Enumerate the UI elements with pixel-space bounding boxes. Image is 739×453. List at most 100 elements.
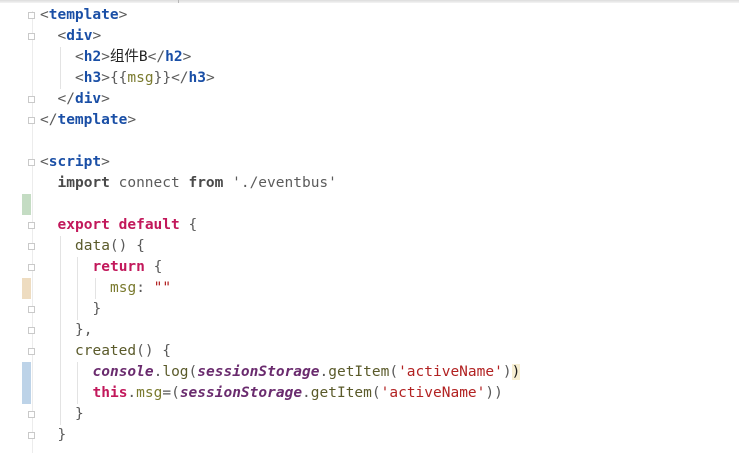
code-token: h2 [83, 49, 102, 65]
code-line[interactable]: } [75, 404, 84, 425]
indent-guide [59, 299, 61, 320]
code-line[interactable]: <template> [40, 5, 127, 26]
code-token: 'activeName' [398, 364, 503, 380]
code-token: < [75, 70, 84, 86]
code-token: . [302, 385, 311, 401]
code-line[interactable]: <h2>组件B</h2> [75, 47, 191, 68]
code-token: > [101, 91, 110, 107]
code-line[interactable]: }, [75, 320, 92, 341]
fold-toggle-icon[interactable] [28, 432, 35, 439]
code-token: =( [162, 385, 180, 401]
code-token: )) [485, 385, 503, 401]
code-token: h2 [165, 49, 183, 65]
code-token: h3 [188, 70, 207, 86]
indent-guide [59, 68, 61, 89]
code-token: this [92, 385, 128, 401]
indent-guide [77, 383, 78, 404]
code-token: () { [109, 238, 145, 254]
code-token: () { [136, 343, 172, 359]
code-token: msg [136, 385, 163, 401]
code-token: msg [110, 280, 137, 296]
code-line[interactable]: return { [93, 257, 163, 278]
fold-toggle-icon[interactable] [28, 327, 35, 334]
vcs-change-marker[interactable] [22, 278, 31, 299]
code-token: default [118, 217, 180, 233]
fold-toggle-icon[interactable] [28, 159, 35, 166]
code-token: export [57, 217, 110, 233]
code-token: } [57, 427, 67, 443]
code-token: console [92, 364, 154, 380]
code-token: : [136, 280, 154, 296]
code-token: . [319, 364, 329, 380]
code-token: . [127, 385, 137, 401]
indent-guide [77, 299, 78, 320]
code-line[interactable]: </template> [40, 110, 136, 131]
code-token: </ [171, 70, 189, 86]
code-line[interactable]: this.msg=(sessionStorage.getItem('active… [93, 383, 503, 404]
code-token: {{ [109, 70, 128, 86]
indent-guide [59, 278, 61, 299]
code-token: </ [147, 49, 166, 65]
code-token: > [182, 49, 192, 65]
fold-toggle-icon[interactable] [28, 33, 35, 40]
indent-guide [59, 320, 61, 341]
code-token: }, [75, 322, 93, 338]
code-token: './eventbus' [223, 175, 337, 191]
code-line[interactable]: data() { [75, 236, 145, 257]
indent-guide [77, 278, 78, 299]
code-token: h3 [83, 70, 102, 86]
code-token: getItem [328, 364, 390, 380]
indent-guide [59, 47, 61, 68]
fold-toggle-icon[interactable] [28, 96, 35, 103]
code-line[interactable]: import connect from './eventbus' [58, 173, 337, 194]
code-token: > [92, 28, 102, 44]
fold-toggle-icon[interactable] [28, 264, 35, 271]
code-token: > [101, 70, 110, 86]
vcs-change-marker[interactable] [22, 194, 31, 215]
fold-toggle-icon[interactable] [28, 243, 35, 250]
code-line[interactable]: created() { [75, 341, 171, 362]
indent-guide [59, 383, 61, 404]
code-token: { [179, 217, 198, 233]
fold-toggle-icon[interactable] [28, 222, 35, 229]
code-line[interactable]: export default { [58, 215, 198, 236]
fold-toggle-icon[interactable] [28, 117, 35, 124]
fold-toggle-icon[interactable] [28, 306, 35, 313]
code-token: </ [40, 112, 58, 128]
code-line[interactable]: <h3>{{msg}}</h3> [75, 68, 215, 89]
tab-divider [178, 0, 179, 3]
indent-guide [59, 257, 61, 278]
fold-toggle-icon[interactable] [28, 12, 35, 19]
indent-guide [59, 341, 61, 362]
code-line[interactable]: <div> [58, 26, 102, 47]
code-line[interactable]: } [93, 299, 102, 320]
code-token: log [162, 364, 189, 380]
vcs-change-marker[interactable] [22, 362, 31, 404]
code-token: < [75, 49, 84, 65]
editor-gutter[interactable] [0, 3, 38, 453]
indent-guide [59, 236, 61, 257]
code-token: > [101, 49, 110, 65]
code-token: > [101, 154, 110, 170]
code-token: < [57, 28, 67, 44]
code-token: ( [371, 385, 381, 401]
code-line[interactable]: </div> [58, 89, 110, 110]
fold-toggle-icon[interactable] [28, 411, 35, 418]
code-token: 组件B [109, 49, 148, 65]
code-token: created [75, 343, 137, 359]
code-token: ) [502, 364, 512, 380]
code-line[interactable]: } [58, 425, 67, 446]
code-token: getItem [310, 385, 372, 401]
code-token: }} [153, 70, 172, 86]
fold-toggle-icon[interactable] [28, 348, 35, 355]
code-line[interactable]: msg: "" [110, 278, 171, 299]
code-line[interactable]: <script> [40, 152, 110, 173]
code-token: msg [127, 70, 154, 86]
code-line[interactable]: console.log(sessionStorage.getItem('acti… [93, 362, 521, 383]
code-token: sessionStorage [197, 364, 320, 380]
code-token: ) [511, 364, 521, 380]
code-token: div [66, 28, 93, 44]
code-token: > [206, 70, 215, 86]
code-token: </ [57, 91, 75, 107]
